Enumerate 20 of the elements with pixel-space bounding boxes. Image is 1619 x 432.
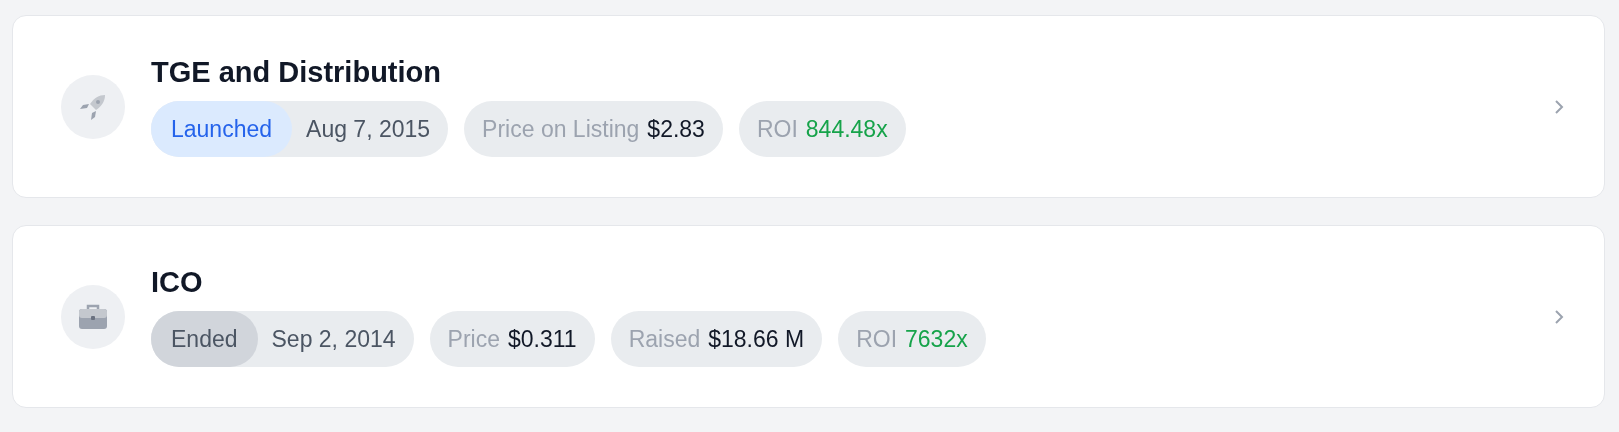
status-label: Launched <box>151 101 293 157</box>
stat-label: ROI <box>856 325 898 353</box>
stat-value: 7632x <box>905 325 968 353</box>
status-label: Ended <box>151 311 258 367</box>
event-date: Aug 7, 2015 <box>305 115 432 143</box>
event-date: Sep 2, 2014 <box>270 325 397 353</box>
event-title: TGE and Distribution <box>151 56 442 89</box>
stat-value: $2.83 <box>647 115 705 143</box>
stat-label: Price on Listing <box>482 115 640 143</box>
chevron-right-icon[interactable] <box>1554 308 1564 325</box>
stat-value: $18.66 M <box>708 325 805 353</box>
stat-label: Price <box>447 325 500 353</box>
stat-value: 844.48x <box>805 115 888 143</box>
stat-label: ROI <box>756 115 798 143</box>
event-card[interactable]: TGE and Distribution Launched Aug 7, 2015 Price on Listing $2.83 ROI 844.48x <box>12 15 1605 198</box>
stat-value: $0.311 <box>508 325 577 353</box>
chevron-right-icon[interactable] <box>1554 98 1564 115</box>
event-title: ICO <box>151 266 204 299</box>
event-card[interactable]: ICO Ended Sep 2, 2014 Price $0.311 Raised $18.66 M ROI 7632x <box>12 225 1605 408</box>
stat-label: Raised <box>628 325 701 353</box>
